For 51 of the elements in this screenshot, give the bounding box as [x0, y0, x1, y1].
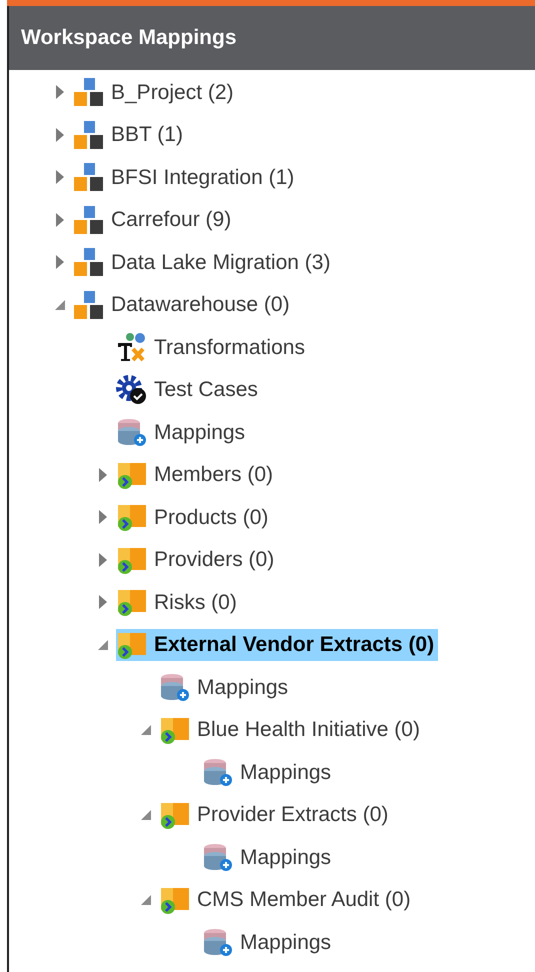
blocks-icon [73, 290, 105, 320]
tree-item[interactable]: External Vendor Extracts (0) [116, 628, 438, 661]
tree-item[interactable]: Transformations [116, 331, 309, 364]
expand-arrow-icon[interactable] [98, 466, 108, 483]
blocks-icon [73, 77, 105, 108]
blocks-icon [73, 162, 105, 192]
database-plus-icon [202, 842, 234, 872]
tree-item[interactable]: BBT (1) [73, 118, 187, 151]
expand-arrow-icon[interactable] [98, 509, 108, 526]
tree-item[interactable]: Data Lake Migration (3) [73, 246, 334, 278]
tree-item[interactable]: BFSI Integration (1) [73, 161, 298, 194]
tree-item[interactable]: Mappings [159, 671, 292, 704]
database-plus-icon [159, 672, 191, 702]
database-plus-icon [202, 757, 234, 788]
expand-arrow-icon[interactable] [55, 169, 65, 186]
blocks-icon [73, 247, 105, 278]
tree-item[interactable]: CMS Member Audit (0) [159, 884, 415, 916]
tree-item[interactable]: Blue Health Initiative (0) [159, 714, 424, 746]
collapse-arrow-icon[interactable] [140, 894, 152, 906]
tree-item[interactable]: Risks (0) [116, 586, 241, 618]
tree-item[interactable]: Mappings [202, 756, 336, 788]
folder-arrow-icon [116, 587, 148, 618]
expand-arrow-icon[interactable] [98, 594, 108, 610]
tree-item[interactable]: Mappings [202, 926, 336, 958]
tx-icon [116, 332, 148, 362]
folder-arrow-icon [116, 502, 148, 532]
tree-item[interactable]: Mappings [202, 841, 336, 874]
tree-item[interactable]: Provider Extracts (0) [159, 798, 392, 831]
tree-item[interactable]: Test Cases [116, 374, 262, 406]
collapse-arrow-icon[interactable] [97, 638, 109, 651]
collapse-arrow-icon[interactable] [140, 808, 152, 821]
tree-item[interactable]: Datawarehouse (0) [73, 288, 294, 321]
expand-arrow-icon[interactable] [55, 84, 65, 100]
blocks-icon [73, 204, 105, 235]
tree-item[interactable]: Mappings [116, 416, 250, 448]
tree-item[interactable]: Products (0) [116, 501, 272, 534]
database-plus-icon [116, 417, 148, 448]
gear-check-icon [116, 374, 148, 405]
expand-arrow-icon[interactable] [98, 552, 108, 568]
blocks-icon [73, 120, 105, 150]
collapse-arrow-icon[interactable] [54, 298, 66, 311]
tree-item[interactable]: Members (0) [116, 458, 278, 491]
tree-item[interactable]: Carrefour (9) [73, 204, 236, 236]
expand-arrow-icon[interactable] [55, 212, 65, 228]
expand-arrow-icon[interactable] [55, 126, 65, 143]
expand-arrow-icon[interactable] [55, 254, 65, 270]
collapse-arrow-icon[interactable] [140, 724, 152, 736]
database-plus-icon [202, 927, 234, 958]
panel-title: Workspace Mappings [21, 25, 236, 52]
tree-item[interactable]: Providers (0) [116, 544, 278, 576]
tree-item[interactable]: B_Project (2) [73, 76, 238, 108]
